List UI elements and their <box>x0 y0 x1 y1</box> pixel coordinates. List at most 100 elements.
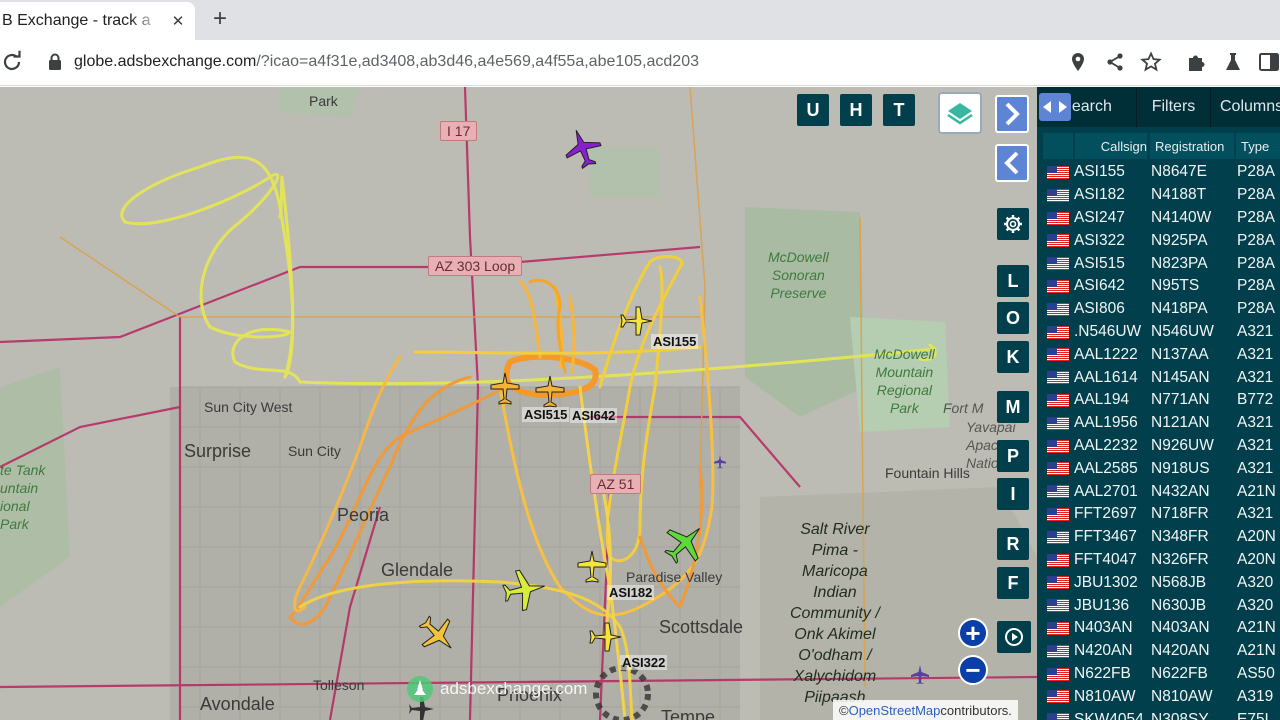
table-row[interactable]: AAL2232 N926UW A321 <box>1037 435 1280 458</box>
us-flag-icon <box>1047 371 1069 385</box>
table-row[interactable]: N622FB N622FB AS50 <box>1037 663 1280 686</box>
table-row[interactable]: AAL2701 N432AN A21N <box>1037 480 1280 503</box>
cell-callsign: FFT3467 <box>1074 528 1137 546</box>
table-row[interactable]: N810AW N810AW A319 <box>1037 685 1280 708</box>
table-row[interactable]: AAL1222 N137AA A321 <box>1037 343 1280 366</box>
aircraft-label-asi155[interactable]: ASI155 <box>651 334 699 349</box>
map-button-k[interactable]: K <box>997 341 1029 373</box>
map-button-i[interactable]: I <box>997 478 1029 510</box>
map-button-o[interactable]: O <box>997 302 1029 334</box>
cell-type: P28A <box>1237 163 1275 181</box>
table-row[interactable]: FFT2697 N718FR A321 <box>1037 503 1280 526</box>
cell-type: B772 <box>1237 391 1274 409</box>
table-row[interactable]: ASI322 N925PA P28A <box>1037 229 1280 252</box>
collapse-sidebar-button[interactable] <box>1039 93 1071 121</box>
share-icon[interactable] <box>1104 51 1126 73</box>
table-row[interactable]: JBU1302 N568JB A320 <box>1037 571 1280 594</box>
address-bar[interactable]: globe.adsbexchange.com/?icao=a4f31e,ad34… <box>74 53 699 71</box>
map-button-u[interactable]: U <box>797 94 829 126</box>
cell-registration: N823PA <box>1151 254 1208 272</box>
place-surprise: Surprise <box>184 441 252 461</box>
cell-type: A321 <box>1237 322 1274 340</box>
labs-flask-icon[interactable] <box>1222 51 1244 73</box>
adsbx-logo-icon <box>407 676 433 702</box>
cell-type: P28A <box>1237 186 1275 204</box>
place-fountain-hills: Fountain Hills <box>885 465 970 481</box>
map-button-m[interactable]: M <box>997 391 1029 423</box>
map-button-t[interactable]: T <box>883 94 915 126</box>
cell-registration: N546UW <box>1151 322 1214 340</box>
cell-type: P28A <box>1237 300 1275 318</box>
cell-type: P28A <box>1237 231 1275 249</box>
aircraft-label-asi642[interactable]: ASI642 <box>570 408 618 423</box>
table-row[interactable]: .N546UW N546UW A321 <box>1037 321 1280 344</box>
layers-button[interactable] <box>938 92 982 134</box>
aircraft-label-asi182[interactable]: ASI182 <box>607 585 655 600</box>
cell-callsign: ASI806 <box>1074 300 1125 318</box>
zoom-out-button[interactable]: − <box>958 655 988 685</box>
new-tab-button[interactable]: + <box>207 5 233 32</box>
cell-type: E75L <box>1237 710 1274 720</box>
cell-type: A21N <box>1237 482 1276 500</box>
extensions-icon[interactable] <box>1185 51 1207 73</box>
table-row[interactable]: AAL1614 N145AN A321 <box>1037 366 1280 389</box>
zoom-in-button[interactable]: + <box>958 618 988 648</box>
location-icon[interactable] <box>1067 51 1089 73</box>
tab-close-icon[interactable]: ✕ <box>168 11 188 31</box>
table-row[interactable]: N420AN N420AN A21N <box>1037 640 1280 663</box>
expand-arrows-icon <box>1043 101 1067 113</box>
table-row[interactable]: AAL2585 N918US A321 <box>1037 457 1280 480</box>
map-button-l[interactable]: L <box>997 265 1029 297</box>
table-row[interactable]: AAL1956 N121AN A321 <box>1037 412 1280 435</box>
table-row[interactable]: ASI515 N823PA P28A <box>1037 252 1280 275</box>
table-row[interactable]: N403AN N403AN A21N <box>1037 617 1280 640</box>
table-row[interactable]: ASI247 N4140W P28A <box>1037 207 1280 230</box>
cell-callsign: FFT2697 <box>1074 505 1137 523</box>
cell-registration: N420AN <box>1151 642 1210 660</box>
openstreetmap-link[interactable]: OpenStreetMap <box>849 703 941 718</box>
map-button-h[interactable]: H <box>840 94 872 126</box>
us-flag-icon <box>1047 166 1069 179</box>
table-row[interactable]: JBU136 N630JB A320 <box>1037 594 1280 617</box>
table-row[interactable]: FFT4047 N326FR A20N <box>1037 549 1280 572</box>
us-flag-icon <box>1047 257 1069 271</box>
reload-icon[interactable] <box>0 50 24 74</box>
prev-button[interactable] <box>995 144 1029 182</box>
cell-callsign: N403AN <box>1074 619 1133 637</box>
map-view[interactable]: Park Sun City West Surprise Sun City Peo… <box>0 87 1037 720</box>
column-type[interactable]: Type <box>1236 133 1280 159</box>
column-callsign[interactable]: Callsign <box>1075 133 1147 159</box>
next-button[interactable] <box>995 95 1029 133</box>
tab-filters[interactable]: Filters <box>1137 87 1211 127</box>
cell-registration: N121AN <box>1151 414 1210 432</box>
cell-registration: N348FR <box>1151 528 1209 546</box>
table-row[interactable]: ASI182 N4188T P28A <box>1037 184 1280 207</box>
cell-callsign: ASI155 <box>1074 163 1125 181</box>
aircraft-label-asi515[interactable]: ASI515 <box>522 407 570 422</box>
table-row[interactable]: ASI642 N95TS P28A <box>1037 275 1280 298</box>
column-registration[interactable]: Registration <box>1150 133 1234 159</box>
settings-button[interactable] <box>997 208 1029 240</box>
tab-columns[interactable]: Columns <box>1211 87 1280 127</box>
table-row[interactable]: AAL194 N771AN B772 <box>1037 389 1280 412</box>
cell-callsign: N420AN <box>1074 642 1133 660</box>
table-row[interactable]: ASI806 N418PA P28A <box>1037 298 1280 321</box>
layers-icon <box>947 103 973 125</box>
table-row[interactable]: FFT3467 N348FR A20N <box>1037 526 1280 549</box>
bookmark-star-icon[interactable] <box>1140 51 1162 73</box>
table-row[interactable]: SKW4054 N308SY E75L <box>1037 708 1280 720</box>
aircraft-label-asi322[interactable]: ASI322 <box>620 655 668 670</box>
cell-type: P28A <box>1237 208 1275 226</box>
side-panel-icon[interactable] <box>1258 51 1280 73</box>
lock-icon[interactable] <box>48 53 62 71</box>
map-button-p[interactable]: P <box>997 440 1029 472</box>
map-button-f[interactable]: F <box>997 567 1029 599</box>
table-row[interactable]: ASI155 N8647E P28A <box>1037 161 1280 184</box>
cell-registration: N810AW <box>1151 687 1213 705</box>
us-flag-icon <box>1047 348 1069 362</box>
map-button-r[interactable]: R <box>997 528 1029 560</box>
browser-tab[interactable]: B Exchange - track a ✕ <box>0 2 195 40</box>
cell-registration: N137AA <box>1151 345 1209 363</box>
cell-callsign: AAL1956 <box>1074 414 1138 432</box>
replay-button[interactable] <box>997 621 1031 653</box>
